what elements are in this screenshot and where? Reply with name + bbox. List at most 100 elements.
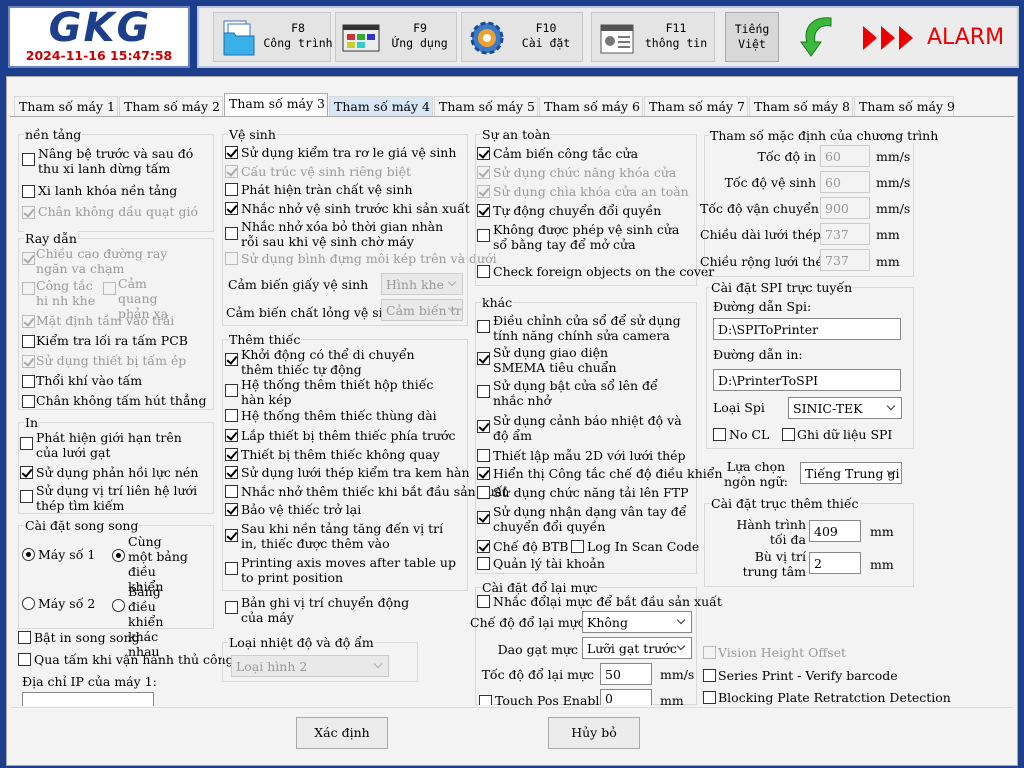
transport-speed-input[interactable]: 900 (820, 197, 870, 219)
in-upper-limit-checkbox[interactable] (20, 437, 33, 450)
safety-auto-switch-checkbox[interactable] (477, 204, 490, 217)
tab-machine-7[interactable]: Tham số máy 7 (644, 96, 748, 117)
touch-pos-input[interactable]: 0 (600, 689, 652, 705)
addon-remind-checkbox[interactable] (225, 485, 238, 498)
refill-mode-select[interactable]: Không (582, 611, 692, 633)
addon-front-checkbox[interactable] (225, 429, 238, 442)
stencil-length-input[interactable]: 737 (820, 223, 870, 245)
tab-machine-3[interactable]: Tham số máy 3 (224, 93, 328, 117)
ip-input[interactable] (22, 692, 154, 706)
rail-blow-checkbox[interactable] (22, 375, 35, 388)
safety-foreign-objects-checkbox[interactable] (477, 265, 490, 278)
refill-speed-input[interactable]: 50 (600, 663, 652, 685)
machine-2-radio[interactable] (22, 597, 35, 610)
other-ftp-checkbox[interactable] (477, 486, 490, 499)
platform-lock-checkbox[interactable] (22, 185, 35, 198)
other-fingerprint-checkbox[interactable] (477, 511, 490, 524)
max-stroke-input[interactable]: 409 (809, 520, 861, 542)
chevron-down-icon (374, 660, 384, 670)
in-path-input[interactable]: D:\PrinterToSPI (713, 369, 901, 391)
addon-protect-checkbox[interactable] (225, 503, 238, 516)
clean-overflow-checkbox[interactable] (225, 183, 238, 196)
manual-pass-checkbox[interactable] (18, 653, 31, 666)
spi-type-select[interactable]: SINIC-TEK (788, 397, 902, 419)
info-button[interactable]: F11 thông tin (591, 12, 715, 62)
in-contact-pos-checkbox[interactable] (20, 490, 33, 503)
addon-long-bin-checkbox[interactable] (225, 409, 238, 422)
back-arrow-icon[interactable] (797, 12, 843, 62)
series-print-checkbox[interactable] (703, 669, 716, 682)
safety-key-checkbox[interactable] (477, 185, 490, 198)
addon-auto-checkbox[interactable] (225, 353, 238, 366)
tab-machine-8[interactable]: Tham số máy 8 (749, 96, 853, 117)
addon-after-raise-checkbox[interactable] (225, 529, 238, 542)
record-spi-checkbox[interactable] (782, 428, 795, 441)
platform-vacuum-checkbox[interactable] (22, 206, 35, 219)
safety-door-sensor-checkbox[interactable] (477, 147, 490, 160)
clean-relay-checkbox[interactable] (225, 146, 238, 159)
clean-remind-checkbox[interactable] (225, 202, 238, 215)
rail-pcb-exit-checkbox[interactable] (22, 335, 35, 348)
liquid-sensor-select[interactable]: Cảm biến tr (381, 299, 463, 321)
refill-remind-checkbox[interactable] (477, 595, 490, 608)
other-panel-radio[interactable] (112, 599, 125, 612)
tab-machine-6[interactable]: Tham số máy 6 (539, 96, 643, 117)
same-panel-radio[interactable] (112, 549, 125, 562)
other-mode-switch-checkbox[interactable] (477, 467, 490, 480)
other-account-checkbox[interactable] (477, 557, 490, 570)
other-temp-alarm-checkbox[interactable] (477, 420, 490, 433)
tab-machine-9[interactable]: Tham số máy 9 (854, 96, 955, 117)
paper-sensor-select[interactable]: Hình khe (381, 273, 463, 295)
vision-height-checkbox[interactable] (703, 646, 716, 659)
other-smema-checkbox[interactable] (477, 352, 490, 365)
other-btb-checkbox[interactable] (477, 540, 490, 553)
spi-path-input[interactable]: D:\SPIToPrinter (713, 318, 901, 340)
safety-door-lock-checkbox[interactable] (477, 166, 490, 179)
rail-height-checkbox[interactable] (22, 252, 35, 265)
center-offset-input[interactable]: 2 (809, 552, 861, 574)
in-force-feedback-checkbox[interactable] (20, 466, 33, 479)
temp-type-select[interactable]: Loại hình 2 (231, 655, 389, 677)
other-popup-checkbox[interactable] (477, 385, 490, 398)
knife-select[interactable]: Lưỡi gạt trước (582, 637, 692, 659)
rail-reflect-checkbox[interactable] (103, 282, 116, 295)
record-motion-checkbox[interactable] (225, 601, 238, 614)
rail-vacuum-checkbox[interactable] (22, 395, 35, 408)
rail-slot-switch-checkbox[interactable] (22, 282, 35, 295)
language-select[interactable]: Tiếng Trung gi (800, 462, 902, 484)
rail-default-left-checkbox[interactable] (22, 315, 35, 328)
other-2d-template-checkbox[interactable] (477, 449, 490, 462)
print-speed-input[interactable]: 60 (820, 145, 870, 167)
tab-machine-5[interactable]: Tham số máy 5 (434, 96, 538, 117)
blocking-plate-checkbox[interactable] (703, 691, 716, 704)
dual-print-checkbox[interactable] (18, 631, 31, 644)
cancel-button[interactable]: Hủy bỏ (548, 717, 640, 749)
tab-machine-1[interactable]: Tham số máy 1 (14, 96, 118, 117)
stencil-width-input[interactable]: 737 (820, 249, 870, 271)
clean-idle-label: Nhắc nhở xóa bỏ thời gian nhàn rỗi sau k… (241, 219, 444, 249)
ok-button[interactable]: Xác định (296, 717, 388, 749)
other-camera-label: Điều chỉnh cửa sổ để sử dụng tính năng c… (493, 313, 681, 343)
machine-1-radio[interactable] (22, 548, 35, 561)
tab-machine-2[interactable]: Tham số máy 2 (119, 96, 223, 117)
addon-dual-box-checkbox[interactable] (225, 384, 238, 397)
application-button[interactable]: F9 Ứng dụng (335, 12, 457, 62)
addon-paste-check-checkbox[interactable] (225, 466, 238, 479)
clean-idle-checkbox[interactable] (225, 227, 238, 240)
addon-no-rotate-checkbox[interactable] (225, 448, 238, 461)
project-button[interactable]: F8 Công trình (213, 12, 333, 62)
clean-speed-input[interactable]: 60 (820, 171, 870, 193)
other-scan-code-checkbox[interactable] (571, 540, 584, 553)
touch-pos-checkbox[interactable] (479, 695, 492, 705)
clean-separate-checkbox[interactable] (225, 165, 238, 178)
platform-lift-checkbox[interactable] (22, 153, 35, 166)
clean-dual-solvent-checkbox[interactable] (225, 252, 238, 265)
settings-button[interactable]: F10 Cài đặt (461, 12, 583, 62)
tab-machine-4[interactable]: Tham số máy 4 (329, 96, 433, 117)
no-cl-checkbox[interactable] (713, 428, 726, 441)
language-button[interactable]: Tiếng Việt (725, 12, 779, 62)
other-camera-checkbox[interactable] (477, 320, 490, 333)
addon-axis-move-checkbox[interactable] (225, 562, 238, 575)
rail-press-device-checkbox[interactable] (22, 355, 35, 368)
safety-no-manual-clean-checkbox[interactable] (477, 229, 490, 242)
